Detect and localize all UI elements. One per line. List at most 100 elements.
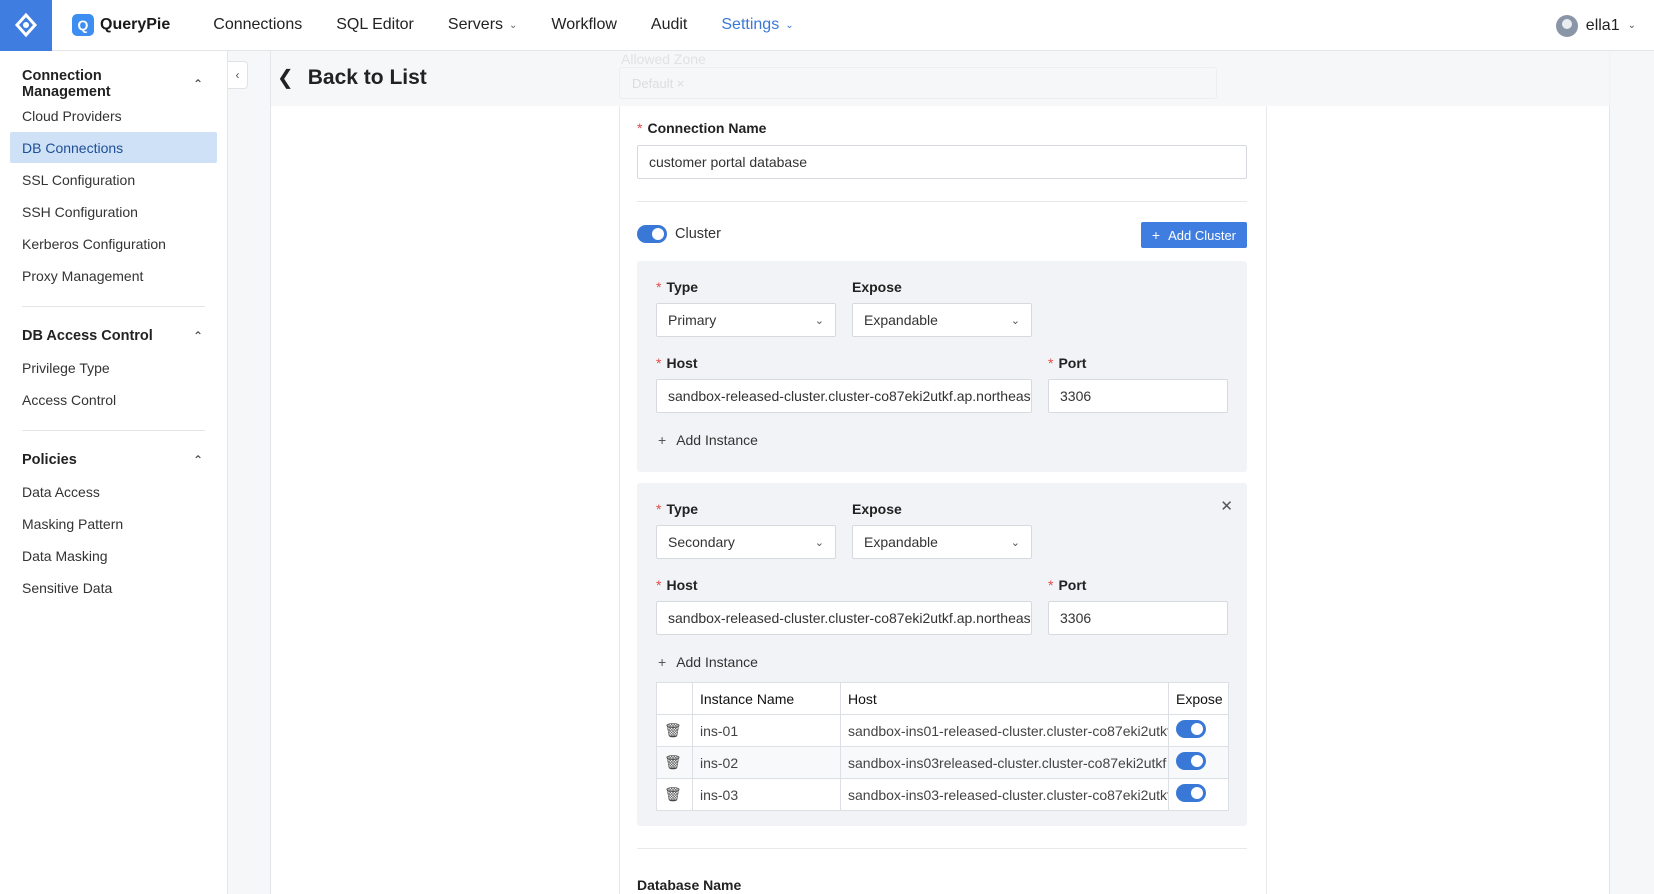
chevron-down-icon: ⌄ — [1010, 314, 1020, 327]
table-row: 🗑 ins-01 sandbox-ins01-released-cluster.… — [656, 714, 1229, 747]
sidebar-group-db-access-control[interactable]: DB Access Control ⌃ — [0, 321, 227, 351]
back-to-list-label: Back to List — [307, 65, 427, 89]
nav-workflow[interactable]: Workflow — [551, 16, 617, 34]
cluster-card-primary: * Type Expose Primary ⌄ Expandable ⌄ * Host … — [637, 261, 1247, 472]
sidebar-item-masking-pattern[interactable]: Masking Pattern — [10, 508, 217, 539]
expose-toggle[interactable] — [1176, 784, 1206, 802]
instance-host-cell[interactable]: sandbox-ins01-released-cluster.cluster-c… — [840, 714, 1169, 747]
cluster-card-secondary: ✕ * Type Expose Secondary ⌄ Expandable ⌄ * H… — [637, 483, 1247, 826]
form-column-border — [619, 106, 620, 894]
sidebar-item-db-connections[interactable]: DB Connections — [10, 132, 217, 163]
connection-name-label: * Connection Name — [637, 120, 767, 136]
nav-servers[interactable]: Servers ⌄ — [448, 16, 518, 34]
label-text: Type — [666, 501, 699, 517]
nav-connections[interactable]: Connections — [213, 16, 302, 34]
add-instance-button[interactable]: + Add Instance — [658, 654, 758, 670]
plus-icon: + — [658, 654, 667, 670]
close-icon[interactable]: ✕ — [1220, 497, 1233, 515]
faded-allowed-zone-label: Allowed Zone — [621, 51, 706, 67]
button-label: Add Instance — [676, 432, 758, 448]
faded-allowed-zone-select: Default × — [619, 67, 1217, 99]
add-cluster-button[interactable]: + Add Cluster — [1140, 222, 1247, 248]
label-text: Host — [666, 355, 698, 371]
divider — [22, 306, 205, 307]
app-home-icon[interactable] — [0, 0, 52, 51]
host-input[interactable]: sandbox-released-cluster.cluster-co87eki… — [656, 379, 1032, 413]
trash-icon[interactable]: 🗑 — [656, 778, 693, 811]
sidebar-group-connection-management[interactable]: Connection Management ⌃ — [0, 68, 227, 100]
nav-audit[interactable]: Audit — [651, 16, 687, 34]
sidebar-item-data-access[interactable]: Data Access — [10, 476, 217, 507]
querypie-logo-icon: Q — [72, 14, 94, 36]
sidebar-item-proxy-management[interactable]: Proxy Management — [10, 260, 217, 291]
sidebar-item-kerberos-configuration[interactable]: Kerberos Configuration — [10, 228, 217, 259]
table-header-host: Host — [840, 682, 1169, 715]
sidebar-item-sensitive-data[interactable]: Sensitive Data — [10, 572, 217, 603]
label-text: Port — [1058, 577, 1087, 593]
label-text: Connection Name — [647, 120, 767, 136]
sidebar-item-data-masking[interactable]: Data Masking — [10, 540, 217, 571]
trash-icon[interactable]: 🗑 — [656, 714, 693, 747]
expose-cell — [1168, 746, 1229, 779]
collapse-sidebar-button[interactable]: ‹ — [228, 61, 248, 89]
instance-host-cell[interactable]: sandbox-ins03released-cluster.cluster-co… — [840, 746, 1169, 779]
instance-name-cell[interactable]: ins-03 — [692, 778, 841, 811]
expose-select[interactable]: Expandable ⌄ — [852, 525, 1032, 559]
host-input[interactable]: sandbox-released-cluster.cluster-co87eki… — [656, 601, 1032, 635]
nav-settings[interactable]: Settings ⌄ — [721, 16, 793, 34]
add-instance-button[interactable]: + Add Instance — [658, 432, 758, 448]
expose-cell — [1168, 714, 1229, 747]
type-select[interactable]: Secondary ⌄ — [656, 525, 836, 559]
trash-icon[interactable]: 🗑 — [656, 746, 693, 779]
button-label: Add Instance — [676, 654, 758, 670]
chevron-down-icon: ⌄ — [785, 19, 794, 31]
user-menu[interactable]: ella1 ⌄ — [1555, 0, 1636, 51]
sidebar-group-policies[interactable]: Policies ⌃ — [0, 445, 227, 475]
instance-name-cell[interactable]: ins-02 — [692, 746, 841, 779]
sidebar-item-access-control[interactable]: Access Control — [10, 384, 217, 415]
host-label: * Host — [656, 577, 698, 593]
select-value: Expandable — [864, 534, 938, 550]
table-row: 🗑 ins-03 sandbox-ins03-released-cluster.… — [656, 778, 1229, 811]
sidebar-item-ssl-configuration[interactable]: SSL Configuration — [10, 164, 217, 195]
select-value: Secondary — [668, 534, 735, 550]
chevron-down-icon: ⌄ — [814, 536, 824, 549]
expose-toggle[interactable] — [1176, 752, 1206, 770]
sidebar-item-cloud-providers[interactable]: Cloud Providers — [10, 100, 217, 131]
expose-toggle[interactable] — [1176, 720, 1206, 738]
chevron-down-icon: ⌄ — [1627, 20, 1636, 31]
instance-host-cell[interactable]: sandbox-ins03-released-cluster.cluster-c… — [840, 778, 1169, 811]
expose-select[interactable]: Expandable ⌄ — [852, 303, 1032, 337]
connection-name-input[interactable]: customer portal database — [637, 145, 1247, 179]
divider — [637, 848, 1247, 849]
sidebar-item-ssh-configuration[interactable]: SSH Configuration — [10, 196, 217, 227]
user-name: ella1 — [1585, 16, 1620, 34]
type-select[interactable]: Primary ⌄ — [656, 303, 836, 337]
instance-name-cell[interactable]: ins-01 — [692, 714, 841, 747]
button-label: Add Cluster — [1168, 227, 1236, 243]
brand[interactable]: Q QueryPie — [72, 14, 170, 36]
sidebar-item-privilege-type[interactable]: Privilege Type — [10, 352, 217, 383]
instance-table: Instance Name Host Expose 🗑 ins-01 sandb… — [656, 682, 1229, 811]
sidebar-group-title: Policies — [22, 452, 77, 468]
back-to-list-link[interactable]: ❮ Back to List — [277, 65, 427, 90]
table-header-expose: Expose — [1168, 682, 1229, 715]
chevron-up-icon: ⌃ — [192, 329, 203, 343]
label-text: Type — [666, 279, 699, 295]
table-header-instance-name: Instance Name — [692, 682, 841, 715]
port-input[interactable]: 3306 — [1048, 601, 1228, 635]
nav-label: Connections — [213, 16, 303, 33]
brand-name: QueryPie — [100, 16, 171, 33]
type-label: * Type — [656, 501, 699, 517]
expose-cell — [1168, 778, 1229, 811]
port-input[interactable]: 3306 — [1048, 379, 1228, 413]
sidebar-group-title: DB Access Control — [22, 328, 153, 344]
select-value: Expandable — [864, 312, 938, 328]
chevron-up-icon: ⌃ — [192, 453, 203, 467]
nav-label: Settings — [721, 16, 780, 33]
form-column-border — [1266, 106, 1267, 894]
label-text: Port — [1058, 355, 1087, 371]
plus-icon: + — [1151, 227, 1161, 243]
nav-sql-editor[interactable]: SQL Editor — [336, 16, 414, 34]
cluster-toggle[interactable] — [637, 225, 667, 243]
